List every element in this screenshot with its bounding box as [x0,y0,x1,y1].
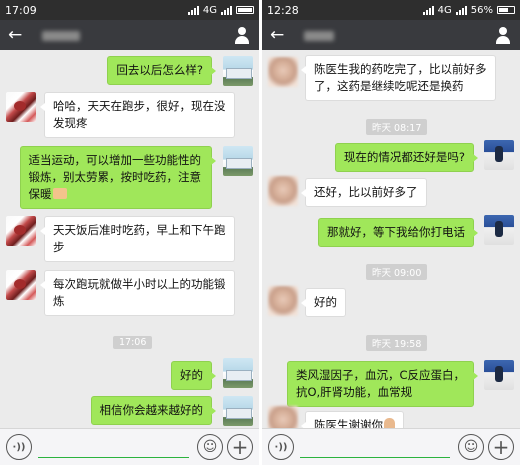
timestamp: 17:06 [113,336,153,349]
chat-screen-left: 17:09 4G ← 回去以后怎么样? 哈哈，天天在跑步，很好，现在没 发现疼 … [0,0,259,465]
contact-info-icon[interactable] [494,26,512,44]
battery-percent: 56% [470,4,493,16]
message-bubble-outgoing[interactable]: 现在的情况都还好是吗? [334,143,479,172]
chat-title [294,28,494,42]
network-label: 4G [437,4,452,16]
back-arrow-icon[interactable]: ← [8,25,32,45]
signal-icon [187,5,199,15]
emoji-icon[interactable]: ☺ [197,434,223,460]
chat-header: ← [262,20,520,50]
plus-icon[interactable]: + [227,434,253,460]
message-bubble-incoming[interactable]: 每次跑玩就做半小时以上的功能锻 炼 [40,270,235,316]
signal-icon [455,5,467,15]
network-label: 4G [202,4,217,16]
message-bubble-incoming[interactable]: 天天饭后准时吃药，早上和下午跑 步 [40,216,235,262]
message-bubble-outgoing[interactable]: 适当运动，可以增加一些功能性的 锻炼，别太劳累，按时吃药，注意 保暖 [19,146,216,209]
signal-icon [422,5,434,15]
avatar[interactable] [6,216,36,246]
status-time: 17:09 [5,3,37,17]
status-bar: 17:09 4G [0,0,259,20]
chat-header: ← [0,20,259,50]
avatar[interactable] [268,57,298,87]
emoji-icon[interactable]: ☺ [458,434,484,460]
avatar[interactable] [268,176,298,206]
message-bubble-incoming[interactable]: 哈哈，天天在跑步，很好，现在没 发现疼 [40,92,235,138]
chat-title [32,28,233,42]
avatar[interactable] [223,56,253,86]
message-bubble-outgoing[interactable]: 那就好，等下我给你打电话 [318,218,478,247]
message-bubble-incoming[interactable]: 陈医生我的药吃完了，比以前好多 了，这药是继续吃呢还是换药 [301,55,496,101]
chat-screen-right: 12:28 4G 56% ← 陈医生我的药吃完了，比以前好多 了，这药是继续吃呢… [262,0,520,465]
message-input[interactable] [38,457,189,458]
avatar[interactable] [484,140,514,170]
avatar[interactable] [223,146,253,176]
avatar[interactable] [268,286,298,316]
timestamp: 昨天 08:17 [366,119,428,135]
avatar[interactable] [223,396,253,426]
message-bubble-outgoing[interactable]: 好的 [171,361,216,390]
contact-info-icon[interactable] [233,26,251,44]
status-bar: 12:28 4G 56% [262,0,520,20]
avatar[interactable] [484,360,514,390]
avatar[interactable] [6,270,36,300]
timestamp: 昨天 19:58 [366,335,428,351]
status-time: 12:28 [267,3,299,17]
avatar[interactable] [484,215,514,245]
plus-icon[interactable]: + [488,434,514,460]
timestamp: 昨天 09:00 [366,264,428,280]
message-input[interactable] [300,457,450,458]
avatar[interactable] [6,92,36,122]
thumbs-up-emoji-icon [52,188,67,199]
blurred-contact-name [42,30,80,41]
blurred-contact-name [304,30,334,41]
input-bar: ·)) ☺ + [0,428,259,465]
signal-icon [221,5,232,15]
message-bubble-outgoing[interactable]: 回去以后怎么样? [107,56,216,85]
battery-icon [236,6,254,14]
message-bubble-incoming[interactable]: 还好，比以前好多了 [301,178,427,207]
back-arrow-icon[interactable]: ← [270,25,294,45]
input-bar: ·)) ☺ + [262,428,520,465]
message-bubble-incoming[interactable]: 好的 [301,288,346,317]
voice-icon[interactable]: ·)) [268,434,294,460]
message-bubble-outgoing[interactable]: 类风湿因子，血沉，C反应蛋白， 抗O,肝肾功能，血常规 [286,361,479,407]
voice-icon[interactable]: ·)) [6,434,32,460]
message-bubble-outgoing[interactable]: 相信你会越来越好的 [90,396,216,425]
avatar[interactable] [223,358,253,388]
battery-icon [497,6,515,14]
